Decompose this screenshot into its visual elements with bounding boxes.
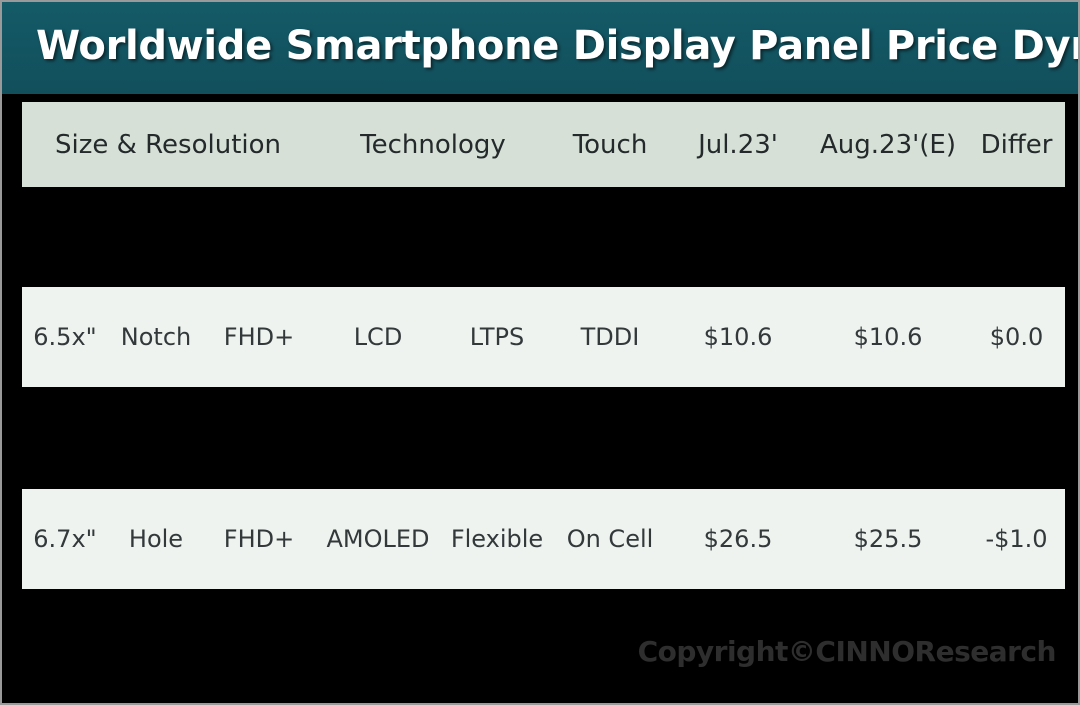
column-header-touch: Touch	[572, 129, 648, 160]
cell-backplane: LTPS	[469, 323, 525, 351]
cell-backplane: Flexible	[450, 525, 544, 553]
cell-resolution: FHD+	[223, 525, 295, 553]
cell-aug23e: $10.6	[853, 323, 923, 351]
cell-cutout: Notch	[120, 323, 192, 351]
table-header-row: Size & Resolution Technology Touch Jul.2…	[22, 102, 1065, 187]
column-header-aug23e: Aug.23'(E)	[820, 129, 956, 160]
cell-touch: TDDI	[580, 323, 640, 351]
cell-technology: LCD	[353, 323, 403, 351]
chart-image: Worldwide Smartphone Display Panel Price…	[0, 0, 1080, 705]
cell-cutout: Hole	[128, 525, 184, 553]
column-header-size-resolution: Size & Resolution	[54, 129, 282, 160]
cell-touch: On Cell	[566, 525, 654, 553]
cell-aug23e: $25.5	[853, 525, 923, 553]
cell-size: 6.5x"	[33, 323, 97, 351]
table-row: 6.7x" Hole FHD+ AMOLED Flexible On Cell …	[22, 489, 1065, 589]
column-header-differ: Differ	[980, 129, 1053, 160]
row-gap-2	[22, 387, 1065, 489]
cell-differ: $0.0	[989, 323, 1044, 351]
column-header-technology: Technology	[360, 129, 506, 160]
cell-jul23: $26.5	[703, 525, 773, 553]
price-table: Size & Resolution Technology Touch Jul.2…	[22, 102, 1065, 589]
page-title: Worldwide Smartphone Display Panel Price…	[36, 23, 1078, 69]
cell-differ: -$1.0	[985, 525, 1048, 553]
cell-jul23: $10.6	[703, 323, 773, 351]
title-banner: Worldwide Smartphone Display Panel Price…	[2, 2, 1078, 94]
table-row: 6.5x" Notch FHD+ LCD LTPS TDDI $10.6 $10…	[22, 287, 1065, 387]
cell-resolution: FHD+	[223, 323, 295, 351]
row-gap-1	[22, 187, 1065, 287]
copyright-watermark: Copyright©CINNOResearch	[637, 635, 1057, 668]
cell-technology: AMOLED	[326, 525, 430, 553]
column-header-jul23: Jul.23'	[698, 129, 778, 160]
cell-size: 6.7x"	[33, 525, 97, 553]
